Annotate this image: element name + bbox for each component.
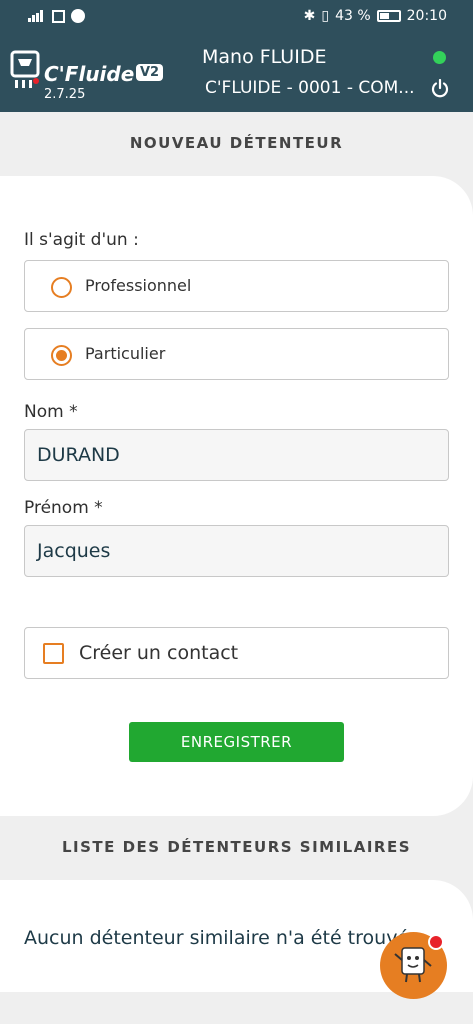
battery-icon	[376, 10, 401, 22]
site-name[interactable]: C'FLUIDE - 0001 - COM...	[205, 78, 415, 98]
status-bar: ✱ ▯ 43 % 20:10	[0, 0, 473, 34]
prenom-field[interactable]: Jacques	[24, 525, 449, 577]
option-professionnel[interactable]: Professionnel	[24, 260, 449, 312]
notification-badge	[428, 934, 444, 950]
create-contact-checkbox[interactable]	[43, 643, 64, 664]
prenom-label: Prénom *	[24, 498, 103, 518]
bluetooth-icon: ✱	[303, 8, 316, 24]
save-button[interactable]: ENREGISTRER	[129, 722, 344, 762]
similar-holders-title: LISTE DES DÉTENTEURS SIMILAIRES	[61, 838, 412, 856]
option-particulier[interactable]: Particulier	[24, 328, 449, 380]
new-holder-form: Il s'agit d'un : Professionnel Particuli…	[0, 176, 473, 816]
status-icons-left	[28, 9, 85, 23]
app-version: 2.7.25	[44, 87, 86, 102]
power-icon[interactable]	[430, 79, 450, 99]
cfluide-logo-icon	[10, 50, 40, 88]
new-holder-title: NOUVEAU DÉTENTEUR	[129, 134, 344, 152]
nom-value: DURAND	[37, 444, 120, 466]
create-contact-label: Créer un contact	[79, 642, 239, 664]
nom-field[interactable]: DURAND	[24, 429, 449, 481]
battery-percent: 43 %	[335, 8, 371, 24]
status-icons-right: ✱ ▯ 43 % 20:10	[304, 8, 447, 24]
nom-label: Nom *	[24, 402, 78, 422]
option-particulier-label: Particulier	[85, 344, 166, 363]
empty-message: Aucun détenteur similaire n'a été trouvé	[24, 927, 410, 949]
clock: 20:10	[406, 8, 447, 24]
radio-professionnel[interactable]	[51, 277, 72, 298]
app-brand: C'Fluide	[44, 62, 135, 86]
app-header: C'Fluide V2 2.7.25 Mano FLUIDE C'FLUIDE …	[0, 34, 473, 112]
vibrate-icon: ▯	[321, 8, 330, 24]
type-question-label: Il s'agit d'un :	[24, 230, 139, 250]
chat-notification-icon	[71, 9, 85, 23]
radio-particulier[interactable]	[51, 345, 72, 366]
create-contact-option[interactable]: Créer un contact	[24, 627, 449, 679]
signal-icon	[28, 10, 46, 22]
option-professionnel-label: Professionnel	[85, 276, 192, 295]
version-badge: V2	[136, 64, 164, 81]
connection-status-icon	[433, 51, 446, 64]
device-name[interactable]: Mano FLUIDE	[202, 46, 326, 68]
qr-notification-icon	[52, 9, 65, 23]
prenom-value: Jacques	[37, 540, 111, 562]
